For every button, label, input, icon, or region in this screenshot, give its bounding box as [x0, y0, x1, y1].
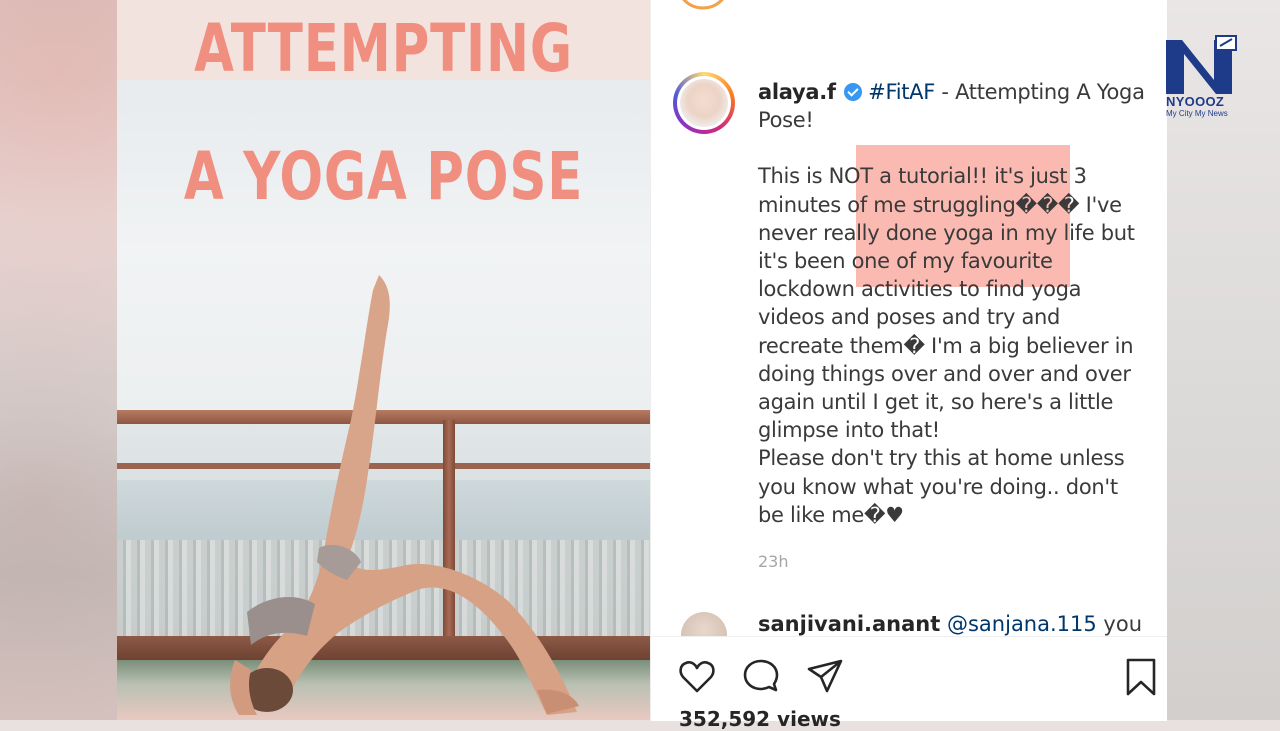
post-actions-bar: 352,592 views — [651, 636, 1167, 731]
bookmark-icon[interactable] — [1121, 657, 1161, 697]
post-timestamp[interactable]: 23h — [758, 552, 789, 571]
logo-tagline: My City My News — [1166, 109, 1228, 118]
overlay-title-line2: A YOGA POSE — [183, 138, 584, 215]
user-avatar[interactable] — [673, 72, 735, 134]
share-icon[interactable] — [805, 657, 845, 697]
view-count[interactable]: 352,592 views — [679, 707, 841, 731]
comment-username[interactable]: sanjivani.anant — [758, 612, 940, 636]
caption-paragraph-1: This is NOT a tutorial!! it's just 3 min… — [758, 164, 1135, 443]
verified-badge-icon — [844, 83, 863, 101]
comment-row: sanjivani.anant @sanjana.115 you — [758, 612, 1142, 636]
avatar-photo — [680, 79, 728, 127]
caption-username[interactable]: alaya.f — [758, 80, 836, 104]
logo-brand-text: NYOOOZ — [1166, 94, 1225, 109]
post-caption: alaya.f #FitAF - Attempting A Yoga Pose!… — [758, 78, 1148, 529]
comment-icon[interactable] — [741, 657, 781, 697]
comment-text: you — [1096, 612, 1143, 636]
post-image[interactable]: ATTEMPTING A YOGA POSE — [117, 0, 650, 720]
caption-hashtag[interactable]: #FitAF — [868, 80, 935, 104]
heart-icon[interactable] — [677, 657, 717, 697]
overlay-title-line1: ATTEMPTING — [194, 10, 573, 87]
avatar-inner-ring — [677, 76, 731, 130]
blurred-background-left — [0, 0, 117, 720]
post-details-panel: alaya.f #FitAF - Attempting A Yoga Pose!… — [650, 0, 1167, 731]
previous-avatar-ring — [682, 0, 724, 10]
yoga-pose-figure — [230, 275, 579, 715]
comment-mention[interactable]: @sanjana.115 — [947, 612, 1097, 636]
caption-paragraph-2: Please don't try this at home unless you… — [758, 446, 1125, 527]
